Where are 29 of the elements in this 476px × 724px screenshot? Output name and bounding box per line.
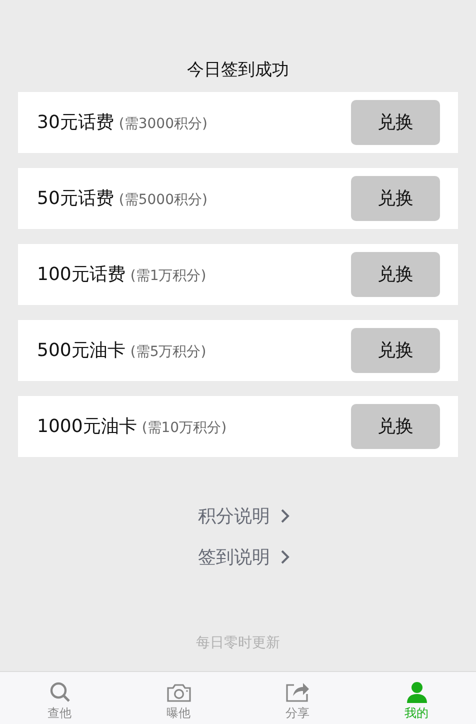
sign-in-status: 今日签到成功	[187, 59, 289, 82]
reward-cost: (需1万积分)	[130, 266, 206, 286]
update-note: 每日零时更新	[196, 634, 280, 652]
reward-cost: (需5万积分)	[130, 342, 206, 362]
redeem-button[interactable]: 兑换	[351, 176, 440, 220]
redeem-button[interactable]: 兑换	[351, 328, 440, 372]
tab-item[interactable]: 曝他	[119, 672, 238, 724]
info-link[interactable]: 积分说明	[186, 502, 290, 530]
chevron-right-icon	[280, 508, 290, 524]
reward-name: 1000元油卡	[37, 414, 137, 438]
reward-name: 50元话费	[37, 186, 114, 210]
reward-cost: (需3000积分)	[118, 114, 208, 134]
reward-cost: (需10万积分)	[142, 418, 227, 438]
person-icon	[406, 681, 428, 703]
camera-icon	[166, 683, 192, 703]
reward-name: 500元油卡	[37, 338, 126, 362]
chevron-right-icon	[280, 549, 290, 565]
tab-item[interactable]: 我的	[357, 672, 476, 724]
share-icon	[285, 681, 310, 703]
tab-item[interactable]: 分享	[238, 672, 357, 724]
redeem-button[interactable]: 兑换	[351, 100, 440, 144]
reward-cost: (需5000积分)	[118, 190, 208, 210]
reward-name: 100元话费	[37, 262, 126, 286]
reward-name: 30元话费	[37, 110, 114, 134]
redeem-button[interactable]: 兑换	[351, 252, 440, 296]
search-icon	[48, 681, 70, 703]
tab-item[interactable]: 查他	[0, 672, 119, 724]
info-link[interactable]: 签到说明	[186, 544, 290, 570]
redeem-button[interactable]: 兑换	[351, 404, 440, 448]
